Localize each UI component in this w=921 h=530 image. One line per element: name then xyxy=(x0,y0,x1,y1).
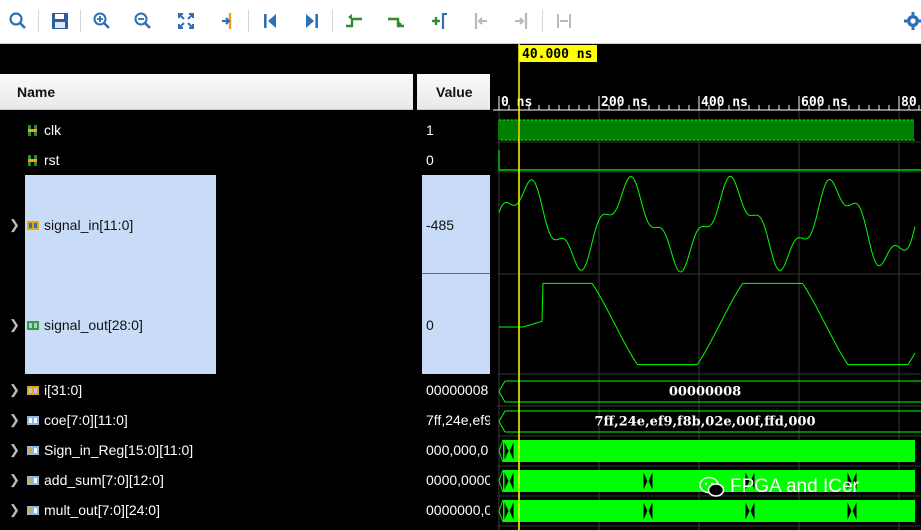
array-signal-icon xyxy=(27,415,39,425)
gear-icon[interactable] xyxy=(903,11,921,36)
bit-signal-icon xyxy=(28,124,37,136)
signal-label: Sign_in_Reg[15:0][11:0] xyxy=(44,442,194,458)
signal-label: signal_in[11:0] xyxy=(44,217,134,233)
signal-label: i[31:0] xyxy=(44,382,83,398)
swap-cursors-icon[interactable] xyxy=(552,9,576,33)
rst-waveform xyxy=(498,150,921,171)
sign-in-reg-bus-edge xyxy=(498,439,504,463)
watermark: FPGA and ICer xyxy=(699,476,859,498)
clk-waveform xyxy=(498,119,915,141)
signal-label: rst xyxy=(44,152,60,168)
value-column-header[interactable]: Value xyxy=(417,74,490,110)
signal-value: 0 xyxy=(426,317,434,333)
timeline-label: 80 xyxy=(901,95,917,110)
previous-transition-icon[interactable] xyxy=(342,9,366,33)
signal-out-waveform xyxy=(499,282,916,366)
timeline-label: 600 ns xyxy=(801,95,848,110)
go-to-end-icon[interactable] xyxy=(300,9,324,33)
mult-out-bus-edge xyxy=(498,499,504,523)
bus-signal-icon xyxy=(27,385,39,395)
expand-chevron-icon[interactable]: ❯ xyxy=(9,412,20,428)
signal-value: 0000000,0 xyxy=(426,502,490,518)
zoom-fit-icon[interactable] xyxy=(174,9,198,33)
waveform-canvas[interactable]: 0 ns 200 ns 400 ns 600 ns 80 00000008 7ff,24e… xyxy=(493,44,921,530)
expand-chevron-icon[interactable]: ❯ xyxy=(9,217,20,233)
bit-signal-icon xyxy=(28,154,37,166)
go-to-start-icon[interactable] xyxy=(258,9,282,33)
signal-value: -485 xyxy=(426,217,455,233)
expand-chevron-icon[interactable]: ❯ xyxy=(9,382,20,398)
signal-value: 7ff,24e,ef9 xyxy=(426,412,490,428)
timeline-label: 0 ns xyxy=(501,95,532,110)
waveform-panel[interactable]: 0 ns 200 ns 400 ns 600 ns 80 00000008 7ff,24e… xyxy=(493,44,921,530)
expand-chevron-icon[interactable]: ❯ xyxy=(9,317,20,333)
expand-chevron-icon[interactable]: ❯ xyxy=(9,472,20,488)
previous-marker-icon[interactable] xyxy=(468,9,492,33)
toolbar xyxy=(0,0,921,44)
add-sum-bus-edge xyxy=(498,469,504,493)
signal-value: 00000008 xyxy=(426,382,489,398)
array-signal-icon xyxy=(27,445,39,455)
signal-label: clk xyxy=(44,122,62,138)
bus-signal-icon xyxy=(27,220,39,230)
bus-signal-icon xyxy=(27,320,39,330)
expand-chevron-icon[interactable]: ❯ xyxy=(9,442,20,458)
signal-in-waveform xyxy=(498,175,916,273)
search-icon[interactable] xyxy=(6,9,30,33)
save-icon[interactable] xyxy=(48,9,72,33)
value-panel: Value 1 0 -485 0 00000008 7ff,24e,ef9 00… xyxy=(417,44,490,530)
expand-chevron-icon[interactable]: ❯ xyxy=(9,502,20,518)
signal-value: 1 xyxy=(426,122,434,138)
array-signal-icon xyxy=(27,505,39,515)
timeline-label: 400 ns xyxy=(701,95,748,110)
watermark-text: FPGA and ICer xyxy=(730,476,859,497)
signal-value: 000,000,0 xyxy=(426,442,489,458)
next-marker-icon[interactable] xyxy=(510,9,534,33)
next-transition-icon[interactable] xyxy=(384,9,408,33)
timeline-label: 200 ns xyxy=(601,95,648,110)
array-signal-icon xyxy=(27,475,39,485)
signal-label: coe[7:0][11:0] xyxy=(44,412,128,428)
go-to-cursor-icon[interactable] xyxy=(216,9,240,33)
signal-label: add_sum[7:0][12:0] xyxy=(44,472,164,488)
cursor-label: 40.000 ns xyxy=(522,47,592,62)
name-panel: Name clk rst ❯ signal_in[11:0] ❯ signal_… xyxy=(0,44,413,530)
signal-label: mult_out[7:0][24:0] xyxy=(44,502,160,518)
signal-value: 0000,0000 xyxy=(426,472,490,488)
signal-value: 0 xyxy=(426,152,434,168)
selection-highlight xyxy=(25,175,216,374)
name-column-header[interactable]: Name xyxy=(0,74,413,110)
add-marker-icon[interactable] xyxy=(426,9,450,33)
wechat-icon xyxy=(699,476,725,497)
zoom-in-icon[interactable] xyxy=(90,9,114,33)
signal-label: signal_out[28:0] xyxy=(44,317,143,333)
coe-bus-value: 7ff,24e,ef9,f8b,02e,00f,ffd,000 xyxy=(594,415,815,430)
sign-in-reg-bus xyxy=(503,440,915,462)
zoom-out-icon[interactable] xyxy=(131,9,155,33)
i-bus-value: 00000008 xyxy=(669,385,741,400)
